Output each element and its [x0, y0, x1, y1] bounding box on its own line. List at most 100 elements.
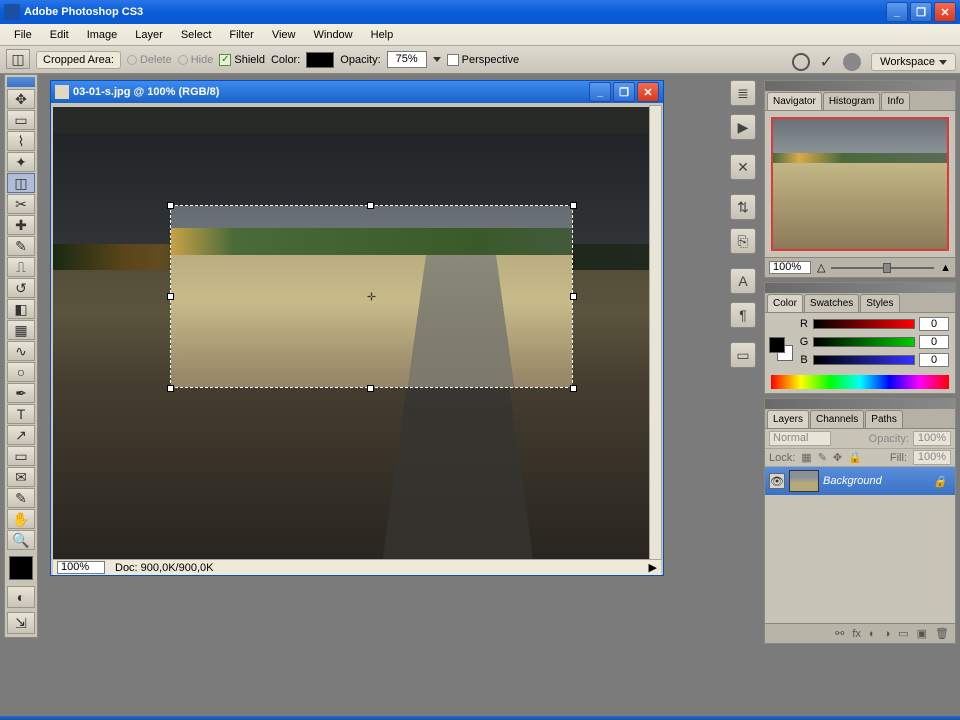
r-value[interactable]: 0: [919, 317, 949, 331]
tab-layers[interactable]: Layers: [767, 410, 809, 428]
menu-edit[interactable]: Edit: [42, 26, 77, 44]
menu-filter[interactable]: Filter: [221, 26, 261, 44]
tab-navigator[interactable]: Navigator: [767, 92, 822, 110]
eyedropper-tool[interactable]: ✎: [7, 488, 35, 508]
layer-background[interactable]: 👁 Background 🔒: [765, 467, 955, 495]
layer-thumbnail[interactable]: [789, 470, 819, 492]
fill-field[interactable]: 100%: [913, 450, 951, 465]
hand-tool[interactable]: ✋: [7, 509, 35, 529]
notes-tool[interactable]: ✉: [7, 467, 35, 487]
dock-char-icon[interactable]: A: [730, 268, 756, 294]
crop-handle-w[interactable]: [167, 293, 174, 300]
group-icon[interactable]: ▭: [898, 627, 908, 640]
gradient-tool[interactable]: ▦: [7, 320, 35, 340]
commit-crop-icon[interactable]: ✓: [820, 52, 833, 72]
marquee-tool[interactable]: ▭: [7, 110, 35, 130]
menu-image[interactable]: Image: [79, 26, 126, 44]
g-value[interactable]: 0: [919, 335, 949, 349]
dock-history-icon[interactable]: ≣: [730, 80, 756, 106]
dock-layercomp-icon[interactable]: ▭: [730, 342, 756, 368]
color-spectrum[interactable]: [771, 375, 949, 389]
dodge-tool[interactable]: ○: [7, 362, 35, 382]
trash-icon[interactable]: 🗑: [935, 627, 949, 640]
visibility-icon[interactable]: 👁: [769, 473, 785, 489]
delete-radio[interactable]: Delete: [127, 54, 172, 66]
menu-select[interactable]: Select: [173, 26, 220, 44]
doc-title-bar[interactable]: 03-01-s.jpg @ 100% (RGB/8) _ ❐ ✕: [51, 81, 663, 103]
dock-toolpreset-icon[interactable]: ✕: [730, 154, 756, 180]
doc-close[interactable]: ✕: [637, 82, 659, 102]
stamp-tool[interactable]: ⎍: [7, 257, 35, 277]
eraser-tool[interactable]: ◧: [7, 299, 35, 319]
crop-handle-e[interactable]: [570, 293, 577, 300]
adjustment-layer-icon[interactable]: ◑: [884, 628, 891, 640]
nav-zoom-field[interactable]: 100%: [769, 261, 811, 274]
g-slider[interactable]: [813, 337, 915, 347]
dock-para-icon[interactable]: ¶: [730, 302, 756, 328]
blur-tool[interactable]: ∿: [7, 341, 35, 361]
crop-handle-ne[interactable]: [570, 202, 577, 209]
tab-swatches[interactable]: Swatches: [804, 294, 859, 312]
doc-maximize[interactable]: ❐: [613, 82, 635, 102]
canvas[interactable]: ✛: [53, 107, 649, 561]
link-layers-icon[interactable]: ⚯: [835, 627, 844, 640]
new-layer-icon[interactable]: ▣: [917, 627, 927, 640]
menu-help[interactable]: Help: [363, 26, 402, 44]
lock-pos-icon[interactable]: ✥: [833, 451, 842, 464]
menu-window[interactable]: Window: [306, 26, 361, 44]
crop-tool-preset[interactable]: ◫: [6, 49, 30, 69]
pen-tool[interactable]: ✒: [7, 383, 35, 403]
crop-handle-se[interactable]: [570, 385, 577, 392]
tab-color[interactable]: Color: [767, 294, 803, 312]
tab-channels[interactable]: Channels: [810, 410, 864, 428]
tab-styles[interactable]: Styles: [860, 294, 899, 312]
lasso-tool[interactable]: ⌇: [7, 131, 35, 151]
menu-file[interactable]: File: [6, 26, 40, 44]
zoom-tool[interactable]: 🔍: [7, 530, 35, 550]
r-slider[interactable]: [813, 319, 915, 329]
doc-settings-icon[interactable]: [843, 53, 861, 71]
dock-actions-icon[interactable]: ▶: [730, 114, 756, 140]
crop-handle-nw[interactable]: [167, 202, 174, 209]
zoom-field[interactable]: 100%: [57, 561, 105, 574]
menu-view[interactable]: View: [264, 26, 304, 44]
wand-tool[interactable]: ✦: [7, 152, 35, 172]
lock-trans-icon[interactable]: ▦: [801, 451, 811, 464]
layer-mask-icon[interactable]: ◐: [869, 628, 876, 640]
dock-brushes-icon[interactable]: ⇅: [730, 194, 756, 220]
crop-handle-n[interactable]: [367, 202, 374, 209]
screenmode-tool[interactable]: ⇲: [7, 612, 35, 634]
perspective-checkbox[interactable]: Perspective: [447, 54, 519, 66]
opacity-dropdown-icon[interactable]: [433, 57, 441, 62]
crop-handle-s[interactable]: [367, 385, 374, 392]
opacity-field[interactable]: 75%: [387, 51, 427, 68]
cancel-crop-icon[interactable]: [792, 53, 810, 71]
navigator-thumbnail[interactable]: [771, 117, 949, 251]
history-brush-tool[interactable]: ↺: [7, 278, 35, 298]
shield-checkbox[interactable]: ✓Shield: [219, 54, 265, 66]
zoom-out-icon[interactable]: △: [817, 261, 825, 274]
shield-color-swatch[interactable]: [306, 52, 334, 68]
crop-selection[interactable]: ✛: [170, 205, 573, 388]
crop-tool[interactable]: ◫: [7, 173, 35, 193]
fg-bg-color[interactable]: [9, 556, 33, 580]
layer-style-icon[interactable]: fx: [852, 628, 861, 640]
blend-mode-select[interactable]: Normal: [769, 431, 831, 446]
doc-vscroll[interactable]: [649, 105, 662, 560]
path-tool[interactable]: ↗: [7, 425, 35, 445]
color-fgbg[interactable]: [769, 337, 793, 361]
tab-info[interactable]: Info: [881, 92, 910, 110]
toolbox-header[interactable]: [7, 77, 35, 87]
lock-all-icon[interactable]: 🔒: [848, 451, 862, 464]
nav-zoom-slider[interactable]: [831, 267, 934, 269]
close-button[interactable]: ✕: [934, 2, 956, 22]
move-tool[interactable]: ✥: [7, 89, 35, 109]
tab-histogram[interactable]: Histogram: [823, 92, 881, 110]
tab-paths[interactable]: Paths: [865, 410, 903, 428]
minimize-button[interactable]: _: [886, 2, 908, 22]
quickmask-tool[interactable]: ◐: [7, 586, 35, 608]
zoom-in-icon[interactable]: ▲: [940, 262, 951, 274]
type-tool[interactable]: T: [7, 404, 35, 424]
heal-tool[interactable]: ✚: [7, 215, 35, 235]
brush-tool[interactable]: ✎: [7, 236, 35, 256]
